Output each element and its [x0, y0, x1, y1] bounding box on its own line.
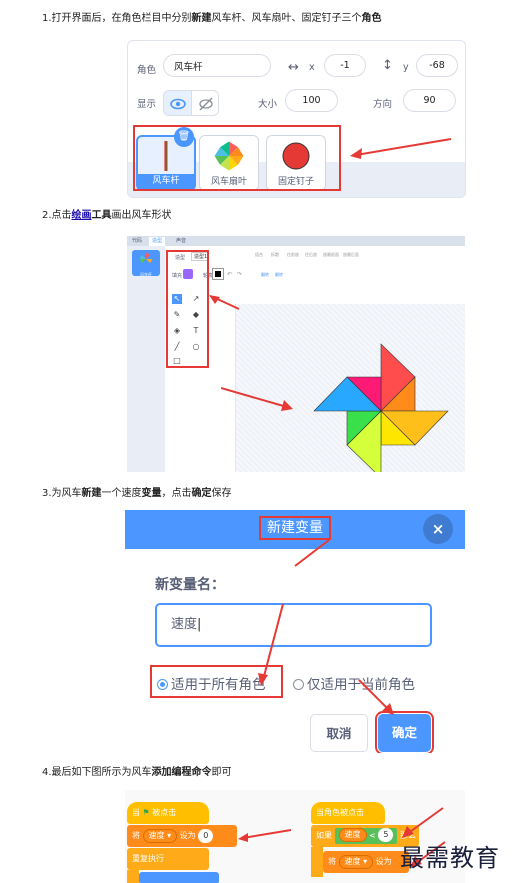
step-4-caption: 4.最后如下图所示为风车添加编程命令即可 — [42, 767, 232, 778]
when-sprite-clicked-block[interactable]: 当角色被点击 — [311, 802, 385, 824]
x-arrow-icon: ↔ — [288, 60, 299, 75]
step-1-caption: 1.打开界面后，在角色栏目中分别新建风车杆、风车扇叶、固定钉子三个角色 — [42, 13, 382, 24]
change-variable-block[interactable]: 将 速度 ▾ 设为 — [323, 851, 409, 873]
undo-icon[interactable]: ↶ — [227, 271, 232, 278]
tab-code[interactable]: 代码 — [129, 237, 145, 246]
group-button[interactable]: 组合 — [255, 252, 263, 258]
x-input[interactable]: -1 — [324, 54, 366, 77]
green-flag-icon: ⚑ — [142, 808, 150, 817]
annotation-arrow — [238, 829, 292, 842]
cancel-button[interactable]: 取消 — [310, 714, 368, 752]
tab-sounds[interactable]: 声音 — [173, 237, 189, 246]
front-button[interactable]: 放最前面 — [323, 252, 339, 258]
paint-editor-screenshot: 代码 造型 声音 风车杆 造型 造型1 填充 轮廓 ↶ ↷ 组合 拆散 往前放 … — [127, 236, 465, 472]
role-name-input[interactable]: 风车杆 — [163, 54, 271, 77]
annotation-arrow — [350, 138, 452, 159]
forever-block-arm — [127, 870, 139, 883]
highlight-box — [166, 250, 209, 368]
dialog-title: 新建变量 — [259, 516, 331, 540]
annotation-arrow — [358, 679, 394, 715]
step-3-caption: 3.为风车新建一个速度变量，点击确定保存 — [42, 488, 232, 499]
less-than-operator[interactable]: 速度 < 5 — [334, 827, 398, 844]
ok-button[interactable]: 确定 — [375, 711, 434, 753]
annotation-arrow — [402, 807, 444, 838]
flip-v-button[interactable]: 翻转 — [275, 272, 283, 278]
back-button[interactable]: 放最后面 — [343, 252, 359, 258]
variable-dropdown[interactable]: 速度 ▾ — [142, 828, 178, 843]
flip-h-button[interactable]: 翻转 — [261, 272, 269, 278]
y-input[interactable]: -68 — [416, 54, 458, 77]
costume-tile-label: 风车杆 — [140, 272, 152, 277]
editor-tabs: 代码 造型 声音 — [127, 236, 465, 246]
annotation-arrow — [221, 387, 293, 411]
compare-value-input[interactable]: 5 — [378, 828, 394, 842]
paint-link[interactable]: 绘画 — [72, 210, 92, 221]
when-flag-clicked-block[interactable]: 当 ⚑ 被点击 — [127, 802, 209, 824]
hide-button[interactable] — [192, 91, 218, 115]
size-input[interactable]: 100 — [285, 89, 338, 112]
sprite-info-panel: 角色 风车杆 ↔ x -1 ↕ y -68 显示 大小 100 方向 90 风车… — [127, 40, 466, 198]
set-value-input[interactable]: 0 — [198, 828, 214, 843]
pinwheel-small-icon — [139, 252, 153, 264]
role-label: 角色 — [137, 65, 157, 76]
redo-icon[interactable]: ↷ — [237, 271, 242, 278]
if-block-arm — [311, 847, 323, 877]
variable-name-label: 新变量名： — [155, 577, 225, 593]
variable-name-value: 速度 — [171, 617, 198, 632]
highlight-box — [133, 125, 341, 191]
forward-button[interactable]: 往前放 — [287, 252, 299, 258]
variable-dropdown[interactable]: 速度 ▾ — [338, 854, 374, 869]
new-variable-dialog: 新建变量 × 新变量名： 速度| 适用于所有角色 仅适用于当前角色 取消 确定 — [125, 510, 465, 753]
tab-costumes[interactable]: 造型 — [149, 237, 166, 246]
costume-tile[interactable]: 风车杆 — [132, 250, 160, 277]
size-label: 大小 — [258, 99, 278, 110]
direction-input[interactable]: 90 — [403, 89, 456, 112]
ungroup-button[interactable]: 拆散 — [271, 252, 279, 258]
y-label: y — [403, 62, 409, 73]
show-label: 显示 — [137, 99, 157, 110]
eye-icon — [170, 98, 186, 110]
direction-label: 方向 — [373, 99, 393, 110]
annotation-arrow — [258, 539, 330, 686]
show-button[interactable] — [164, 91, 192, 115]
watermark: 最需教育 — [400, 844, 500, 872]
annotation-arrow — [209, 295, 240, 310]
step-2-caption: 2.点击绘画工具画出风车形状 — [42, 210, 172, 221]
paint-area: 造型 造型1 填充 轮廓 ↶ ↷ 组合 拆散 往前放 往后放 放最前面 放最后面… — [165, 246, 465, 472]
close-icon[interactable]: × — [423, 514, 453, 544]
eye-off-icon — [199, 97, 213, 111]
set-variable-block[interactable]: 将 速度 ▾ 设为 0 — [127, 825, 237, 847]
x-label: x — [309, 62, 315, 73]
motion-block[interactable] — [139, 872, 219, 883]
stroke-color-swatch[interactable] — [212, 268, 224, 280]
visibility-toggle — [163, 90, 219, 116]
y-arrow-icon: ↕ — [382, 58, 393, 73]
forever-block[interactable]: 重复执行 — [127, 848, 209, 870]
backward-button[interactable]: 往后放 — [305, 252, 317, 258]
